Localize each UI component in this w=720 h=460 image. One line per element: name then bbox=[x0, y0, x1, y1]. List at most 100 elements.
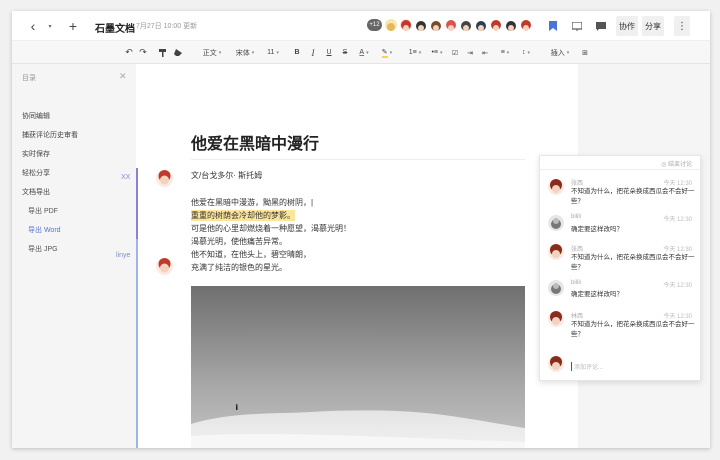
body-line[interactable]: 他不知道，在他头上，碧空晴朗， bbox=[191, 249, 311, 260]
collaborator-avatar[interactable] bbox=[385, 19, 397, 31]
insert-label: 插入 bbox=[550, 49, 565, 57]
document-author[interactable]: 文/台戈多尔· 斯托姆 bbox=[191, 170, 262, 181]
toc-item[interactable]: 文档导出 bbox=[22, 187, 50, 197]
font-size-value: 11 bbox=[267, 49, 275, 56]
author-avatar[interactable] bbox=[156, 258, 173, 275]
edit-indicator-bar bbox=[136, 239, 138, 448]
bullet-list-button[interactable]: •≡ ▾ bbox=[428, 46, 446, 59]
comment-time: 今天 12:30 bbox=[663, 247, 692, 253]
body-line[interactable]: 渴慕光明，使他痛苦异常。 bbox=[191, 236, 287, 247]
toc-item[interactable]: 轻松分享 bbox=[22, 168, 50, 178]
present-icon[interactable] bbox=[569, 16, 585, 36]
bold-button[interactable]: B bbox=[292, 46, 302, 59]
comment-icon[interactable] bbox=[593, 16, 609, 36]
commenter-avatar[interactable] bbox=[548, 280, 564, 296]
collaborator-avatar[interactable] bbox=[520, 19, 532, 31]
collaborator-avatar[interactable] bbox=[460, 19, 472, 31]
share-button[interactable]: 分享 bbox=[642, 16, 664, 36]
collaborator-count-badge[interactable]: +12 bbox=[367, 19, 382, 31]
commenter-avatar[interactable] bbox=[548, 179, 564, 195]
toc-subitem[interactable]: 导出 PDF bbox=[28, 206, 58, 216]
collaborator-marker: XX bbox=[121, 174, 131, 181]
comment-input[interactable]: 添加评论... bbox=[571, 362, 603, 371]
bullet-list-icon: •≡ bbox=[431, 49, 439, 56]
edit-indicator-bar bbox=[136, 168, 138, 239]
checklist-icon[interactable]: ☑ bbox=[450, 46, 460, 59]
align-select[interactable]: ≡ ▾ bbox=[496, 46, 514, 59]
comment-text[interactable]: 确定要这样改吗？ bbox=[571, 290, 696, 300]
paragraph-style-select[interactable]: 正文 ▾ bbox=[199, 46, 225, 59]
indent-decrease-icon[interactable]: ⇤ bbox=[480, 46, 490, 59]
strikethrough-button[interactable]: S bbox=[340, 46, 350, 59]
document-page[interactable]: 他爱在黑暗中漫行 文/台戈多尔· 斯托姆 他爱在黑暗中漫游，黝黑的树阴，| 重重… bbox=[136, 64, 578, 448]
commenter-avatar[interactable] bbox=[548, 311, 564, 327]
heading-divider bbox=[191, 159, 525, 160]
chevron-down-icon: ▾ bbox=[506, 49, 510, 56]
insert-menu[interactable]: 插入 ▾ bbox=[548, 46, 572, 59]
chevron-down-icon: ▾ bbox=[389, 49, 393, 56]
chevron-down-icon: ▾ bbox=[566, 49, 570, 56]
history-dropdown-icon[interactable]: ▾ bbox=[45, 17, 55, 35]
ordered-list-button[interactable]: 1≡ ▾ bbox=[406, 46, 424, 59]
commenter-avatar[interactable] bbox=[548, 215, 564, 231]
commenter-avatar[interactable] bbox=[548, 244, 564, 260]
underline-button[interactable]: U bbox=[324, 46, 334, 59]
font-family-select[interactable]: 宋体 ▾ bbox=[232, 46, 258, 59]
document-image[interactable] bbox=[191, 286, 525, 448]
highlight-color-select[interactable]: ✎ ▾ bbox=[379, 46, 395, 59]
text-color-select[interactable]: A ▾ bbox=[356, 46, 372, 59]
more-menu-button[interactable]: ⋮ bbox=[674, 16, 690, 36]
collaborate-button[interactable]: 协作 bbox=[616, 16, 638, 36]
toc-subitem[interactable]: 导出 JPG bbox=[28, 244, 58, 254]
commenter-name: 张西 bbox=[571, 181, 584, 187]
body-line[interactable]: 充满了纯洁的银色的星光。 bbox=[191, 262, 287, 273]
collaborator-avatar[interactable] bbox=[505, 19, 517, 31]
comment-text[interactable]: 不知道为什么，把花朵换成西瓜会不会好一些？ bbox=[571, 187, 696, 207]
chevron-down-icon: ▾ bbox=[440, 49, 443, 56]
chevron-down-icon: ▾ bbox=[366, 49, 369, 56]
collaborator-avatar[interactable] bbox=[490, 19, 502, 31]
new-doc-button[interactable]: + bbox=[65, 17, 81, 35]
indent-increase-icon[interactable]: ⇥ bbox=[465, 46, 475, 59]
close-icon[interactable]: ✕ bbox=[119, 71, 127, 82]
italic-button[interactable]: I bbox=[308, 46, 318, 59]
toc-item[interactable]: 实时保存 bbox=[22, 149, 50, 159]
comment-text[interactable]: 确定要这样改吗？ bbox=[571, 225, 696, 235]
comment-text[interactable]: 不知道为什么，把花朵换成西瓜会不会好一些？ bbox=[571, 320, 696, 340]
current-user-avatar bbox=[548, 356, 564, 372]
toc-item[interactable]: 捕获评论历史审看 bbox=[22, 130, 78, 140]
comment-time: 今天 12:30 bbox=[663, 283, 692, 289]
collaborator-avatar[interactable] bbox=[415, 19, 427, 31]
doc-title-label[interactable]: 石墨文档 bbox=[95, 20, 135, 35]
body-line[interactable]: 可是他的心里却燃烧着一种愿望，渴慕光明！ bbox=[191, 223, 351, 234]
bookmark-icon[interactable] bbox=[545, 16, 561, 36]
collaborator-avatar[interactable] bbox=[445, 19, 457, 31]
commenter-name: 张西 bbox=[571, 247, 584, 253]
end-discussion-button[interactable]: ◎ 结束讨论 bbox=[661, 159, 692, 168]
paragraph-style-value: 正文 bbox=[202, 49, 217, 57]
toolbar-more-icon[interactable]: ⊞ bbox=[580, 46, 590, 59]
collaborator-avatar[interactable] bbox=[475, 19, 487, 31]
back-icon[interactable]: ‹ bbox=[26, 17, 40, 35]
toc-sidebar: 目录 ✕ 协同编辑 捕获评论历史审看 实时保存 轻松分享 文档导出 导出 PDF… bbox=[12, 64, 136, 448]
document-heading[interactable]: 他爱在黑暗中漫行 bbox=[191, 130, 319, 154]
ordered-list-icon: 1≡ bbox=[408, 49, 417, 56]
toc-subitem-active[interactable]: 导出 Word bbox=[28, 225, 61, 235]
chevron-down-icon: ▾ bbox=[251, 49, 255, 56]
comment-time: 今天 12:30 bbox=[663, 314, 692, 320]
body-line[interactable]: 他爱在黑暗中漫游，黝黑的树阴，| bbox=[191, 197, 313, 208]
collaborator-avatar[interactable] bbox=[430, 19, 442, 31]
font-size-select[interactable]: 11 ▾ bbox=[264, 46, 282, 59]
author-avatar[interactable] bbox=[156, 170, 173, 187]
chevron-down-icon: ▾ bbox=[527, 49, 530, 56]
redo-icon[interactable]: ↷ bbox=[138, 46, 148, 59]
toc-item[interactable]: 协同编辑 bbox=[22, 111, 50, 121]
commenter-name: 林西 bbox=[571, 314, 584, 320]
body-line-highlighted[interactable]: 重重的树荫会冷却他的梦影。 bbox=[191, 210, 295, 221]
line-height-select[interactable]: ↕ ▾ bbox=[517, 46, 535, 59]
undo-icon[interactable]: ↶ bbox=[124, 46, 134, 59]
clear-format-icon[interactable] bbox=[173, 46, 183, 59]
collaborator-avatar[interactable] bbox=[400, 19, 412, 31]
comment-text[interactable]: 不知道为什么，把花朵换成西瓜会不会好一些？ bbox=[571, 253, 696, 273]
format-painter-icon[interactable] bbox=[157, 46, 167, 59]
